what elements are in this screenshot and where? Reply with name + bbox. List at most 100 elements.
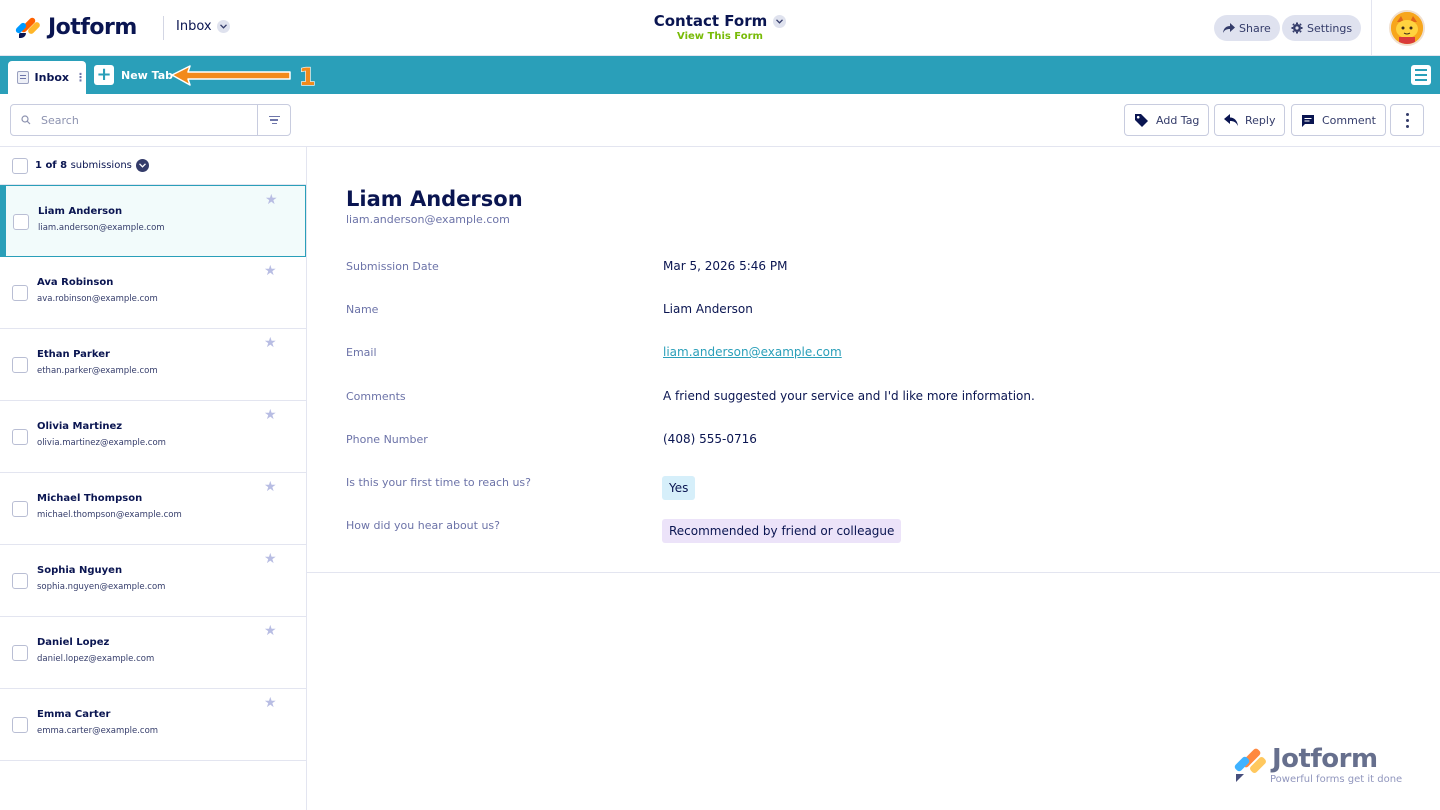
reply-label: Reply [1245, 113, 1276, 127]
list-item[interactable]: Emma Carter emma.carter@example.com ★ [0, 689, 306, 761]
list-item-name: Olivia Martinez [37, 421, 123, 432]
row-checkbox[interactable] [12, 573, 28, 589]
tab-options-icon[interactable]: ⋮ [75, 71, 86, 84]
list-item-email: emma.carter@example.com [37, 726, 159, 736]
chevron-down-icon [216, 20, 230, 33]
star-icon[interactable]: ★ [264, 407, 277, 423]
list-item-email: daniel.lopez@example.com [37, 654, 155, 664]
list-item[interactable]: Michael Thompson michael.thompson@exampl… [0, 473, 306, 545]
form-title: Contact Form [653, 12, 768, 30]
watermark-tagline: Powerful forms get it done [1270, 774, 1403, 785]
field-value: Liam Anderson [663, 302, 753, 316]
list-item[interactable]: Liam Anderson liam.anderson@example.com … [0, 185, 306, 257]
submission-count: 1 of 8 submissions [35, 160, 132, 171]
list-item-email: liam.anderson@example.com [38, 223, 165, 233]
header-divider [163, 16, 164, 40]
hamburger-menu-button[interactable] [1411, 65, 1431, 85]
share-button[interactable]: Share [1214, 15, 1280, 41]
answer-pill: Yes [662, 476, 696, 500]
submission-count-current: 1 of 8 [35, 160, 68, 171]
jotform-logo-icon [14, 14, 42, 40]
submission-name: Liam Anderson [346, 187, 523, 211]
filter-button[interactable] [257, 104, 291, 136]
star-icon[interactable]: ★ [264, 263, 277, 279]
list-item[interactable]: Olivia Martinez olivia.martinez@example.… [0, 401, 306, 473]
watermark-brand: Jotform [1272, 744, 1378, 774]
chevron-down-icon[interactable] [135, 159, 149, 172]
tab-inbox[interactable]: Inbox ⋮ [8, 61, 86, 94]
comment-button[interactable]: Comment [1291, 104, 1386, 136]
settings-label: Settings [1307, 21, 1353, 35]
list-item[interactable]: Ava Robinson ava.robinson@example.com ★ [0, 257, 306, 329]
list-item-email: ava.robinson@example.com [37, 294, 158, 304]
star-icon[interactable]: ★ [264, 695, 277, 711]
jotform-watermark: Jotform Powerful forms get it done [1234, 744, 1424, 792]
logo-text: Jotform [48, 14, 137, 40]
form-title-dropdown[interactable]: Contact Form [654, 12, 787, 30]
add-tag-button[interactable]: Add Tag [1124, 104, 1210, 136]
list-item-name: Ethan Parker [37, 349, 110, 360]
avatar-cat-icon [1391, 12, 1423, 44]
star-icon[interactable]: ★ [264, 335, 277, 351]
inbox-toolbar: Add Tag Reply Comment [0, 94, 1440, 147]
user-avatar[interactable] [1389, 10, 1425, 46]
form-title-group: Contact Form View This Form [580, 11, 860, 42]
row-checkbox[interactable] [12, 501, 28, 517]
list-item-name: Daniel Lopez [37, 637, 110, 648]
field-label: Is this your first time to reach us? [346, 476, 531, 489]
field-label: Comments [346, 390, 406, 403]
comment-label: Comment [1322, 113, 1376, 127]
tag-icon [1135, 113, 1148, 127]
star-icon[interactable]: ★ [264, 623, 277, 639]
field-value: A friend suggested your service and I'd … [663, 389, 1035, 403]
jotform-logo[interactable]: Jotform [14, 14, 137, 40]
new-tab-button[interactable]: + New Tab [94, 65, 173, 85]
submission-email: liam.anderson@example.com [346, 213, 510, 226]
submission-list: 1 of 8 submissions Liam Anderson liam.an… [0, 147, 307, 810]
list-item-name: Michael Thompson [37, 493, 143, 504]
field-label: Email [346, 346, 377, 359]
reply-button[interactable]: Reply [1214, 104, 1286, 136]
jotform-logo-icon [1234, 748, 1266, 782]
star-icon[interactable]: ★ [264, 551, 277, 567]
tab-inbox-label: Inbox [34, 71, 69, 84]
search-input[interactable] [41, 113, 241, 127]
reply-icon [1224, 114, 1238, 126]
list-header: 1 of 8 submissions [0, 147, 306, 185]
list-item[interactable]: Ethan Parker ethan.parker@example.com ★ [0, 329, 306, 401]
header-separator [1371, 0, 1372, 56]
email-link[interactable]: liam.anderson@example.com [663, 345, 842, 359]
settings-button[interactable]: Settings [1282, 15, 1362, 41]
row-checkbox[interactable] [12, 717, 28, 733]
field-label: Phone Number [346, 433, 428, 446]
list-item-email: olivia.martinez@example.com [37, 438, 166, 448]
field-value: (408) 555-0716 [663, 432, 757, 446]
row-checkbox[interactable] [12, 357, 28, 373]
new-tab-label: New Tab [121, 68, 174, 82]
inbox-dropdown[interactable]: Inbox [176, 19, 230, 34]
row-checkbox[interactable] [12, 645, 28, 661]
submission-count-suffix: submissions [70, 160, 132, 171]
more-options-button[interactable] [1390, 104, 1424, 136]
list-item-name: Emma Carter [37, 709, 111, 720]
plus-icon: + [94, 65, 114, 85]
select-all-checkbox[interactable] [12, 157, 28, 174]
search-icon [21, 115, 31, 125]
star-icon[interactable]: ★ [264, 479, 277, 495]
add-tag-label: Add Tag [1156, 113, 1200, 127]
list-item-name: Sophia Nguyen [37, 565, 123, 576]
list-item-email: michael.thompson@example.com [37, 510, 182, 520]
search-box [10, 104, 258, 136]
list-item[interactable]: Sophia Nguyen sophia.nguyen@example.com … [0, 545, 306, 617]
comment-icon [1302, 114, 1314, 127]
view-form-link[interactable]: View This Form [580, 31, 860, 42]
field-label: How did you hear about us? [346, 519, 500, 532]
star-icon[interactable]: ★ [265, 192, 278, 208]
gear-icon [1291, 22, 1303, 34]
list-item-name: Liam Anderson [38, 206, 123, 217]
row-checkbox[interactable] [12, 285, 28, 301]
row-checkbox[interactable] [12, 429, 28, 445]
annotation-arrow: 1 [171, 62, 316, 92]
row-checkbox[interactable] [13, 214, 29, 230]
list-item[interactable]: Daniel Lopez daniel.lopez@example.com ★ [0, 617, 306, 689]
